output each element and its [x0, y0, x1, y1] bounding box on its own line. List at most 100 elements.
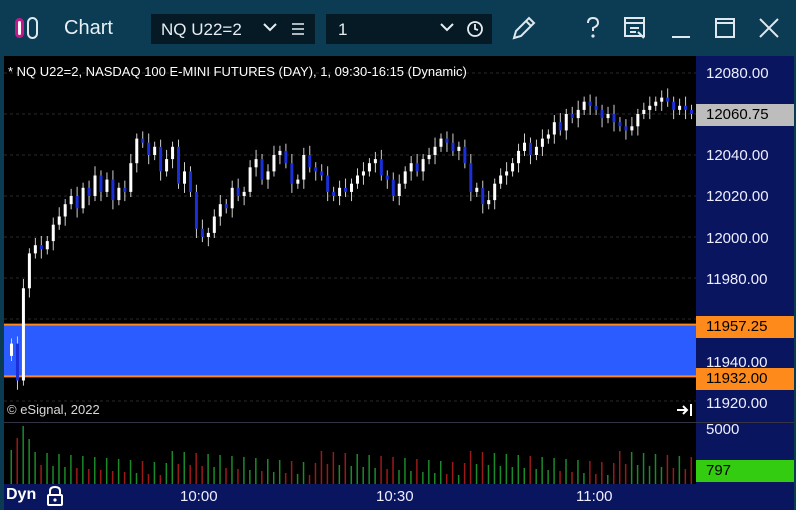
volume-bar: [392, 457, 394, 485]
time-axis[interactable]: Dyn 10:00 10:30 11:00: [4, 484, 794, 510]
volume-bar: [94, 457, 96, 485]
volume-bar: [64, 467, 66, 485]
candle-body: [81, 187, 85, 209]
chart-header: * NQ U22=2, NASDAQ 100 E-MINI FUTURES (D…: [8, 64, 467, 79]
price-chart[interactable]: * NQ U22=2, NASDAQ 100 E-MINI FUTURES (D…: [4, 56, 696, 422]
volume-bar: [499, 466, 502, 485]
pencil-icon[interactable]: [509, 13, 539, 43]
volume-bar: [481, 452, 484, 485]
candle-body: [230, 187, 234, 209]
price-tick: 12020.00: [706, 188, 769, 205]
candle-body: [177, 146, 181, 184]
interval-selector[interactable]: 1: [326, 14, 492, 44]
time-tick: 10:30: [376, 488, 414, 505]
help-icon[interactable]: [578, 13, 608, 43]
upper-level-label: 11957.25: [696, 316, 794, 338]
candle-body: [415, 163, 419, 172]
volume-bar: [261, 471, 263, 485]
candle-body: [212, 216, 216, 233]
last-volume-label: 797: [696, 460, 794, 482]
volume-bar: [10, 450, 12, 485]
volume-bar: [398, 470, 400, 485]
candle-body: [528, 142, 532, 155]
candle-body: [290, 163, 294, 184]
volume-bar: [535, 469, 537, 485]
volume-bar: [451, 462, 454, 485]
volume-bar: [612, 463, 615, 485]
candle-body: [332, 191, 336, 196]
candle-body: [63, 204, 67, 217]
window-title: Chart: [64, 17, 113, 39]
volume-bar: [684, 469, 687, 485]
candle-body: [141, 138, 145, 143]
candle-body: [135, 138, 139, 164]
candle-body: [499, 175, 503, 184]
candle-body: [302, 155, 306, 180]
candle-body: [129, 163, 133, 192]
volume-bar: [642, 453, 645, 485]
chart-window: Chart NQ U22=2 1 * NQ U22=2, NASDAQ 100 …: [0, 0, 796, 510]
chevron-down-icon[interactable]: [263, 20, 277, 34]
chevron-down-icon[interactable]: [440, 20, 454, 34]
lock-icon[interactable]: [46, 485, 64, 507]
symbol-value: NQ U22=2: [161, 20, 242, 39]
candle-body: [344, 187, 348, 192]
candle-body: [218, 204, 222, 217]
candle-body: [194, 191, 198, 229]
volume-pane[interactable]: [4, 422, 696, 485]
candle-body: [105, 179, 109, 192]
candle-body: [367, 163, 371, 172]
jump-to-latest-icon[interactable]: [676, 402, 694, 418]
interval-value: 1: [338, 20, 348, 39]
menu-icon[interactable]: [291, 22, 305, 36]
volume-bar: [111, 471, 114, 485]
minimize-icon[interactable]: [666, 13, 696, 43]
volume-bar: [362, 467, 364, 485]
volume-bar: [350, 466, 353, 485]
dynamic-mode-label[interactable]: Dyn: [6, 486, 36, 504]
candle-body: [642, 109, 646, 114]
candle-body: [39, 245, 43, 250]
candle-body: [320, 171, 324, 176]
volume-bar: [553, 458, 555, 485]
volume-bar: [577, 460, 579, 485]
candle-body: [534, 146, 538, 155]
volume-bar: [255, 458, 257, 485]
volume-bar: [201, 466, 203, 485]
layout-icon[interactable]: [620, 13, 650, 43]
candle-body: [350, 183, 354, 192]
symbol-selector[interactable]: NQ U22=2: [151, 14, 315, 44]
volume-bar: [517, 455, 520, 485]
volume-bar: [404, 458, 406, 485]
volume-bar: [529, 456, 531, 485]
volume-bar: [559, 471, 561, 485]
candle-body: [206, 232, 210, 237]
volume-bar: [493, 453, 496, 485]
volume-bar: [46, 453, 48, 485]
candle-body: [182, 171, 186, 184]
candle-body: [159, 146, 163, 172]
maximize-icon[interactable]: [710, 13, 740, 43]
volume-bar: [690, 457, 693, 485]
volume-bar: [338, 465, 341, 485]
volume-bar: [463, 463, 466, 485]
candlestick-plot[interactable]: [4, 56, 696, 422]
volume-bar: [648, 466, 651, 485]
candle-body: [409, 163, 413, 172]
app-logo-icon: [14, 16, 40, 40]
clock-icon[interactable]: [466, 20, 484, 38]
volume-bar: [624, 464, 627, 485]
volume-bar: [105, 458, 108, 485]
candle-body: [606, 114, 610, 119]
candle-body: [278, 150, 282, 155]
volume-axis[interactable]: 5000 797: [696, 421, 794, 485]
close-icon[interactable]: [754, 13, 784, 43]
candle-body: [475, 187, 479, 192]
candle-body: [171, 146, 175, 160]
volume-bar: [302, 462, 305, 485]
candle-body: [93, 175, 97, 196]
candle-body: [433, 146, 437, 155]
candle-body: [600, 109, 604, 119]
price-axis[interactable]: 12080.00 12060.75 12040.00 12020.00 1200…: [696, 56, 794, 422]
candle-body: [397, 183, 401, 196]
